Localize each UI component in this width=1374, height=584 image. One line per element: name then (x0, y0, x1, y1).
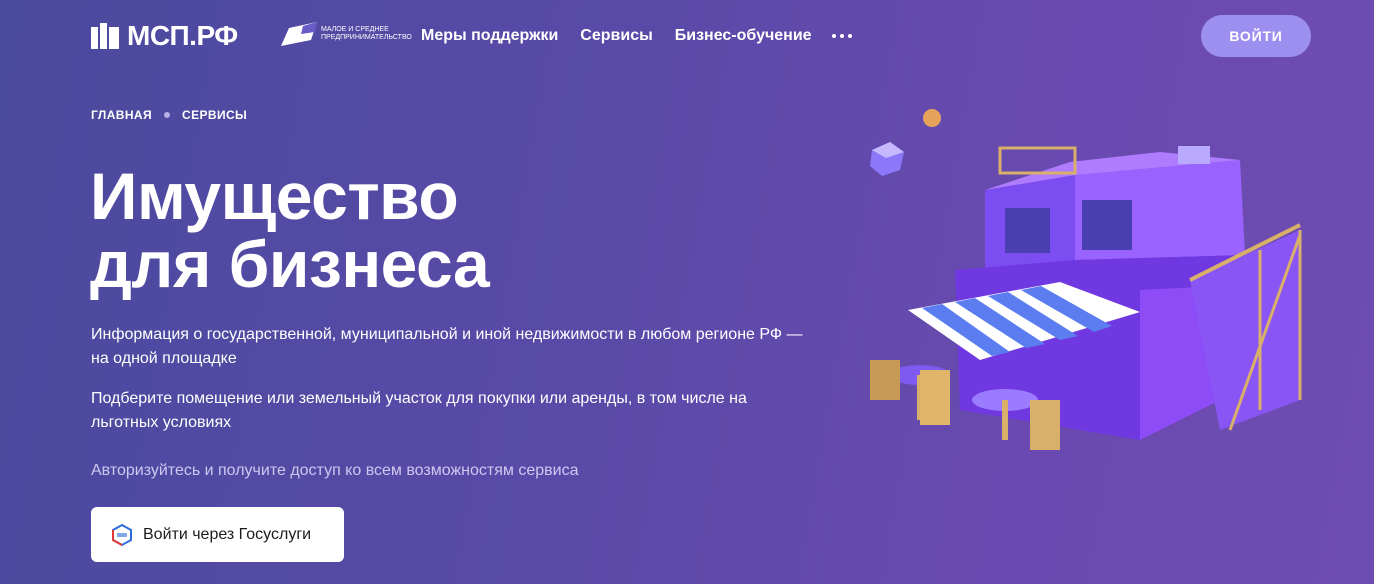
main-nav: Меры поддержки Сервисы Бизнес-обучение (421, 27, 852, 45)
login-button[interactable]: ВОЙТИ (1201, 15, 1311, 57)
breadcrumb: ГЛАВНАЯ СЕРВИСЫ (91, 108, 247, 122)
nav-item-support[interactable]: Меры поддержки (421, 27, 558, 45)
auth-hint: Авторизуйтесь и получите доступ ко всем … (91, 462, 579, 479)
gosuslugi-login-label: Войти через Госуслуги (143, 525, 312, 543)
more-icon[interactable] (831, 34, 852, 38)
gosuslugi-login-button[interactable]: Войти через Госуслуги (91, 507, 344, 562)
floating-cube-icon (870, 142, 904, 176)
page-title-line2: для бизнеса (90, 227, 490, 301)
logo-icon (91, 23, 119, 49)
page-title: Имущество для бизнеса (90, 159, 490, 301)
logo[interactable]: МСП.РФ (91, 22, 238, 50)
gosuslugi-icon (112, 523, 132, 546)
breadcrumb-item-home[interactable]: ГЛАВНАЯ (91, 108, 152, 122)
partner-logo[interactable]: Малое и среднее предпринимательство (281, 22, 441, 46)
header: МСП.РФ Малое и среднее предпринимательст… (0, 0, 1374, 72)
logo-text: МСП.РФ (127, 20, 238, 51)
hero-description-1: Информация о государственной, муниципаль… (91, 326, 803, 367)
nav-item-services[interactable]: Сервисы (580, 27, 652, 45)
building-illustration (870, 109, 1302, 450)
hero-description-2: Подберите помещение или земельный участо… (91, 390, 747, 431)
partner-flag-icon (281, 22, 317, 46)
breadcrumb-item-services[interactable]: СЕРВИСЫ (182, 108, 247, 122)
breadcrumb-separator (164, 112, 171, 118)
floating-ball-icon (923, 109, 941, 127)
nav-item-education[interactable]: Бизнес-обучение (675, 27, 812, 45)
page-title-line1: Имущество (90, 159, 459, 233)
